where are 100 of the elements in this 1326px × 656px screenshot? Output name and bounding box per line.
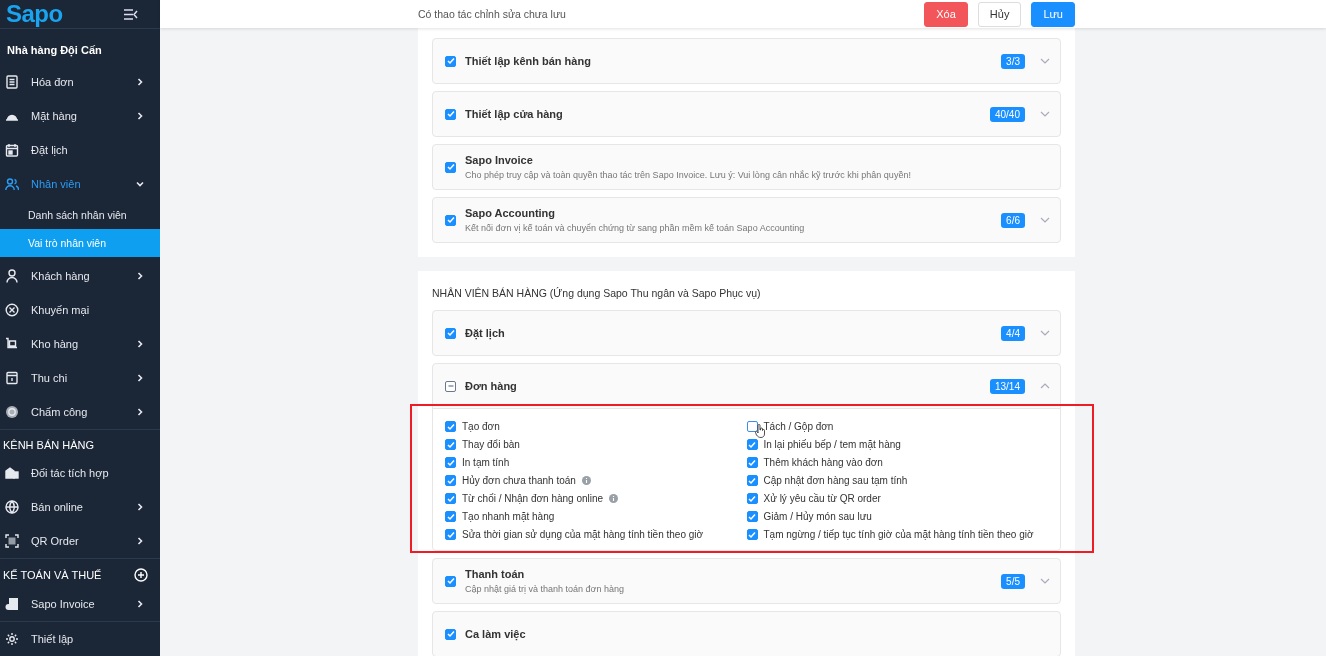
permission-label: Tách / Gộp đơn [763, 421, 834, 432]
count-badge: 40/40 [989, 106, 1025, 122]
checkbox[interactable] [445, 529, 456, 540]
checkbox[interactable] [445, 327, 456, 339]
permission-label: Xử lý yêu cầu từ QR order [763, 493, 881, 504]
chevron-right-icon [136, 112, 144, 120]
count-badge: 6/6 [1001, 212, 1025, 228]
permission-label: In tạm tính [462, 457, 510, 468]
checkbox[interactable] [445, 421, 456, 432]
logo: Sapo [6, 1, 63, 27]
sidebar-item[interactable]: Thiết lập [0, 622, 160, 656]
chevron-right-icon [136, 408, 144, 416]
chevron-down-icon[interactable] [1040, 58, 1050, 64]
section-heading: KÊNH BÁN HÀNG [3, 439, 95, 451]
calendar-icon [5, 143, 19, 157]
checkbox[interactable] [445, 161, 456, 173]
sidebar-item[interactable]: Hóa đơn [0, 65, 160, 99]
sidebar-item[interactable]: Khách hàng [0, 259, 160, 293]
permission-title: Thiết lập cửa hàng [465, 108, 564, 120]
unsaved-message: Có thao tác chỉnh sửa chưa lưu [418, 8, 566, 20]
permission-title: Đơn hàng [465, 380, 518, 392]
chevron-right-icon [136, 374, 144, 382]
permission-label: Tạo đơn [462, 421, 500, 432]
add-icon[interactable] [134, 568, 148, 582]
cancel-button[interactable]: Hủy [977, 1, 1022, 27]
people-icon [5, 177, 19, 191]
checkbox[interactable] [746, 511, 758, 522]
sidebar-item[interactable]: Nhân viên [0, 167, 160, 201]
checkbox[interactable] [445, 439, 456, 450]
permission-title: Thiết lập kênh bán hàng [465, 55, 592, 67]
permission-label: Giảm / Hủy món sau lưu [763, 511, 872, 522]
checkbox[interactable] [445, 628, 456, 640]
chevron-right-icon [136, 340, 144, 348]
checkbox[interactable] [445, 511, 456, 522]
person-icon [5, 269, 19, 283]
receipt-icon [5, 75, 19, 89]
qr-icon [5, 534, 19, 548]
sidebar-item[interactable]: Sapo Invoice [0, 587, 160, 621]
permission-label: Tạm ngừng / tiếp tục tính giờ của mặt hàng tính tiền theo giờ [763, 529, 1034, 540]
sidebar-item[interactable]: Đặt lịch [0, 133, 160, 167]
sidebar-item[interactable]: Mặt hàng [0, 99, 160, 133]
count-badge: 13/14 [989, 378, 1025, 394]
sidebar-item[interactable]: Đối tác tích hợp [0, 456, 160, 490]
collapse-menu-icon[interactable] [124, 8, 138, 20]
info-icon [581, 476, 591, 485]
chevron-down-icon[interactable] [1040, 578, 1050, 584]
permission-title: Thanh toán [465, 568, 526, 580]
section-heading: KẾ TOÁN VÀ THUẾ [3, 569, 102, 581]
checkbox[interactable] [445, 493, 456, 504]
permission-label: Tạo nhanh mặt hàng [462, 511, 555, 522]
checkbox[interactable] [445, 575, 456, 587]
chevron-down-icon[interactable] [1040, 217, 1050, 223]
checkbox[interactable] [445, 457, 456, 468]
chevron-right-icon [136, 537, 144, 545]
permission-description: Kết nối đơn vị kế toán và chuyển chứng từ sang phần mềm kế toán Sapo Accounting [465, 223, 806, 233]
info-icon [609, 494, 619, 503]
sidebar-item[interactable]: Thu chi [0, 361, 160, 395]
chevron-down-icon[interactable] [1040, 330, 1050, 336]
store-name: Nhà hàng Đội Cấn [6, 43, 103, 59]
sidebar-item[interactable]: QR Order [0, 524, 160, 558]
sidebar-item[interactable]: Kho hàng [0, 327, 160, 361]
checkbox[interactable] [746, 493, 758, 504]
checkbox[interactable] [445, 108, 456, 120]
permission-description: Cho phép truy cập và toàn quyền thao tác trên Sapo Invoice. Lưu ý: Vui lòng cân nhắc kỹ trước khi phân quyền! [465, 170, 912, 180]
chevron-right-icon [136, 600, 144, 608]
permission-title: Đặt lịch [465, 327, 506, 339]
checkbox[interactable] [445, 475, 456, 486]
sidebar-item[interactable]: Bán online [0, 490, 160, 524]
chevron-right-icon [136, 78, 144, 86]
permission-title: Sapo Accounting [465, 207, 557, 219]
checkbox[interactable] [746, 457, 758, 468]
checkbox[interactable] [445, 55, 456, 67]
permission-label: In lại phiếu bếp / tem mặt hàng [763, 439, 901, 450]
sidebar-item[interactable]: Khuyến mại [0, 293, 160, 327]
permission-description: Cập nhật giá trị và thanh toán đơn hàng [465, 584, 626, 594]
panel-title: NHÂN VIÊN BÁN HÀNG (Ứng dụng Sapo Thu ngân và Sapo Phục vụ) [432, 286, 762, 301]
count-badge: 4/4 [1001, 325, 1025, 341]
chevron-down-icon [136, 180, 144, 188]
checkbox[interactable] [445, 214, 456, 226]
checkbox[interactable] [746, 475, 758, 486]
permission-label: Thêm khách hàng vào đơn [763, 457, 883, 468]
chevron-right-icon [136, 503, 144, 511]
permission-label: Sửa thời gian sử dụng của mặt hàng tính tiền theo giờ [462, 529, 704, 540]
sidebar-subitem[interactable]: Danh sách nhân viên [0, 201, 160, 229]
chevron-down-icon[interactable] [1040, 111, 1050, 117]
count-badge: 3/3 [1001, 53, 1025, 69]
permission-label: Cập nhật đơn hàng sau tạm tính [763, 475, 908, 486]
minus-icon[interactable] [445, 380, 456, 392]
permission-title: Ca làm việc [465, 628, 527, 640]
count-badge: 5/5 [1001, 573, 1025, 589]
checkbox[interactable] [746, 529, 758, 540]
checkbox[interactable] [746, 421, 758, 432]
permission-title: Sapo Invoice [465, 154, 534, 166]
chevron-right-icon [136, 272, 144, 280]
permission-label: Từ chối / Nhận đơn hàng online [462, 493, 604, 504]
globe-icon [5, 500, 19, 514]
checkbox[interactable] [746, 439, 758, 450]
permission-label: Hủy đơn chưa thanh toán [462, 475, 576, 486]
sidebar-item[interactable]: Chấm công [0, 395, 160, 429]
chevron-up-icon[interactable] [1040, 383, 1050, 389]
